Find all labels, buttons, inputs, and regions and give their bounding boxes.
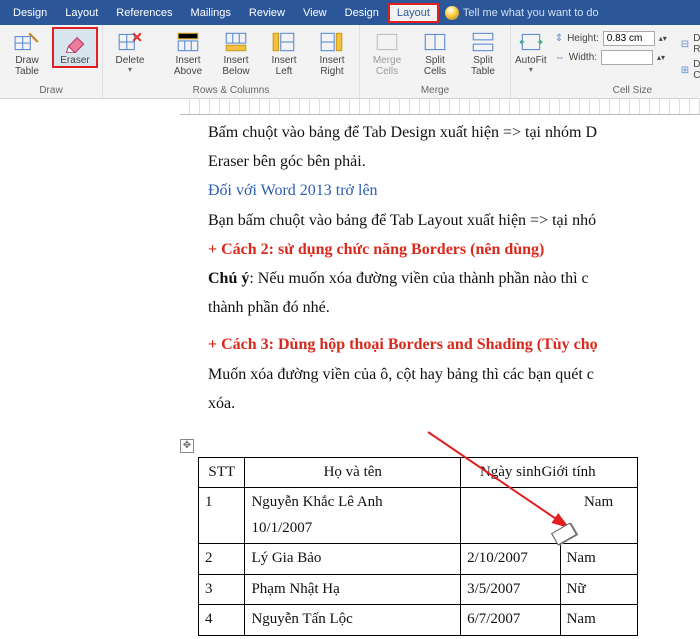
split-cells-button[interactable]: Split Cells	[412, 27, 458, 77]
insert-above-button[interactable]: Insert Above	[165, 27, 211, 77]
merge-cells-button[interactable]: Merge Cells	[364, 27, 410, 77]
data-table[interactable]: STT Họ và tên Ngày sinh Giới tính 1 Nguy…	[198, 457, 638, 636]
tab-review[interactable]: Review	[240, 3, 294, 23]
body-text: thành phần đó nhé.	[208, 294, 700, 321]
width-label: Width:	[569, 52, 597, 63]
ribbon: Draw Table Eraser Draw Delete ▾	[0, 25, 700, 99]
body-text: Bạn bấm chuột vào bảng để Tab Layout xuấ…	[208, 207, 700, 234]
group-cell-size: AutoFit ▾ ⇕ Height: ▴▾ ⇔ Width: ▴▾	[511, 25, 700, 98]
table-row[interactable]: 3 Phạm Nhật Hạ 3/5/2007 Nữ	[199, 574, 638, 605]
tab-table-layout[interactable]: Layout	[388, 3, 439, 23]
document-area: Bấm chuột vào bảng để Tab Design xuất hi…	[0, 99, 700, 639]
insert-below-button[interactable]: Insert Below	[213, 27, 259, 77]
height-icon: ⇕	[555, 33, 563, 44]
col-stt: STT	[199, 457, 245, 488]
heading-red: + Cách 2: sử dụng chức năng Borders (nên…	[208, 236, 700, 263]
table-header-row: STT Họ và tên Ngày sinh Giới tính	[199, 457, 638, 488]
eraser-button[interactable]: Eraser	[52, 27, 98, 68]
delete-button[interactable]: Delete ▾	[107, 27, 153, 75]
group-label-merge: Merge	[364, 85, 506, 98]
dropdown-icon: ▾	[107, 66, 153, 75]
delete-icon	[117, 31, 143, 53]
body-text: xóa.	[208, 390, 700, 417]
group-merge: Merge Cells Split Cells Split Table Merg…	[360, 25, 511, 98]
body-text: Eraser bên góc bên phải.	[208, 148, 700, 175]
body-text: Chú ý: Nếu muốn xóa đường viền của thành…	[208, 265, 700, 292]
distribute-rows-icon: ⊟	[681, 39, 689, 50]
height-input[interactable]	[603, 31, 655, 46]
height-label: Height:	[567, 33, 599, 44]
draw-table-button[interactable]: Draw Table	[4, 27, 50, 77]
heading-red: + Cách 3: Dùng hộp thoại Borders and Sha…	[208, 331, 700, 358]
table-row[interactable]: 2 Lý Gia Bảo 2/10/2007 Nam	[199, 544, 638, 575]
autofit-button[interactable]: AutoFit ▾	[515, 27, 547, 75]
insert-left-button[interactable]: Insert Left	[261, 27, 307, 77]
distribute-cols-icon: ⊞	[681, 65, 689, 76]
horizontal-ruler[interactable]	[180, 99, 700, 115]
group-rows-cols: Delete ▾ Insert Above Insert Below Inser…	[103, 25, 360, 98]
tab-table-design[interactable]: Design	[336, 3, 388, 23]
tab-references[interactable]: References	[107, 3, 181, 23]
draw-table-icon	[14, 31, 40, 53]
page[interactable]: Bấm chuột vào bảng để Tab Design xuất hi…	[180, 101, 700, 636]
group-label-rows-cols: Rows & Columns	[107, 85, 355, 98]
distribute-cols-button[interactable]: ⊞ Distribute Columns	[681, 59, 700, 81]
autofit-icon	[518, 31, 544, 53]
insert-below-icon	[223, 31, 249, 53]
body-text: Muốn xóa đường viền của ô, cột hay bảng …	[208, 361, 700, 388]
lightbulb-icon	[445, 6, 459, 20]
spinner-icon[interactable]: ▴▾	[657, 53, 665, 62]
insert-right-button[interactable]: Insert Right	[309, 27, 355, 77]
insert-above-icon	[175, 31, 201, 53]
tell-me[interactable]: Tell me what you want to do	[445, 6, 599, 20]
table-row[interactable]: 4 Nguyễn Tấn Lộc 6/7/2007 Nam	[199, 605, 638, 636]
tell-me-text: Tell me what you want to do	[463, 7, 599, 19]
eraser-icon	[62, 31, 88, 53]
table-move-handle[interactable]: ✥	[180, 439, 194, 453]
tab-layout[interactable]: Layout	[56, 3, 107, 23]
width-icon: ⇔	[555, 52, 565, 63]
ribbon-tab-strip: Design Layout References Mailings Review…	[0, 0, 700, 25]
group-draw: Draw Table Eraser Draw	[0, 25, 103, 98]
split-cells-icon	[422, 31, 448, 53]
tab-design[interactable]: Design	[4, 3, 56, 23]
group-label-cell-size: Cell Size	[515, 85, 700, 98]
body-text: Bấm chuột vào bảng để Tab Design xuất hi…	[208, 119, 700, 146]
group-label-draw: Draw	[4, 85, 98, 98]
width-input[interactable]	[601, 50, 653, 65]
insert-left-icon	[271, 31, 297, 53]
split-table-icon	[470, 31, 496, 53]
merge-cells-icon	[374, 31, 400, 53]
tab-mailings[interactable]: Mailings	[182, 3, 240, 23]
tab-view[interactable]: View	[294, 3, 336, 23]
distribute-rows-button[interactable]: ⊟ Distribute Rows	[681, 33, 700, 55]
split-table-button[interactable]: Split Table	[460, 27, 506, 77]
heading-blue: Đối với Word 2013 trở lên	[208, 177, 700, 204]
col-dob-sex: Giới tính	[560, 457, 637, 488]
insert-right-icon	[319, 31, 345, 53]
spinner-icon[interactable]: ▴▾	[659, 34, 667, 43]
col-name: Họ và tên	[245, 457, 461, 488]
dropdown-icon: ▾	[515, 66, 547, 75]
